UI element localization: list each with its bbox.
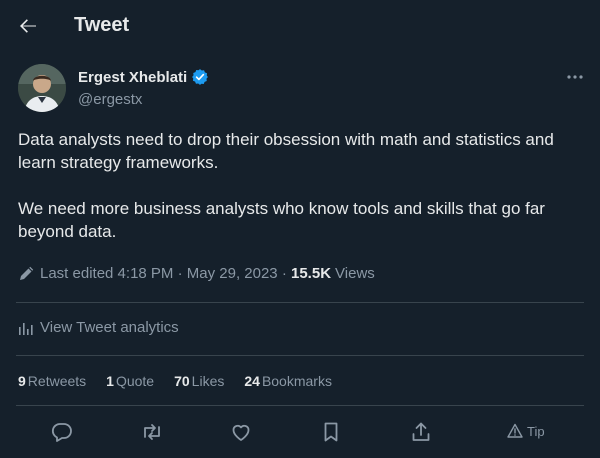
- tip-icon: [507, 423, 523, 439]
- analytics-label: View Tweet analytics: [40, 319, 179, 336]
- author-name[interactable]: Ergest Xheblati: [78, 69, 187, 86]
- views-label: Views: [335, 265, 375, 282]
- arrow-left-icon[interactable]: [16, 14, 40, 38]
- divider: [16, 405, 584, 406]
- stat-count: 9: [18, 373, 26, 389]
- likes-stat[interactable]: 70 Likes: [174, 373, 224, 389]
- heart-icon[interactable]: [229, 420, 253, 444]
- quotes-stat[interactable]: 1 Quote: [106, 373, 154, 389]
- bar-chart-icon: [18, 320, 34, 336]
- page-title: Tweet: [74, 14, 130, 36]
- bookmark-icon[interactable]: [319, 420, 343, 444]
- tip-label: Tip: [527, 423, 545, 439]
- top-bar: Tweet: [0, 0, 600, 53]
- stat-label: Quote: [115, 373, 155, 389]
- tweet-paragraph: Data analysts need to drop their obsessi…: [18, 130, 554, 172]
- avatar[interactable]: [18, 64, 66, 112]
- edited-timestamp[interactable]: Last edited 4:18 PM · May 29, 2023: [40, 265, 278, 282]
- views-count: 15.5K: [291, 265, 332, 282]
- stat-count: 24: [244, 373, 260, 389]
- view-analytics-link[interactable]: View Tweet analytics: [18, 319, 179, 336]
- tweet-text: Data analysts need to drop their obsessi…: [18, 128, 584, 243]
- author-row: Ergest Xheblati: [78, 68, 209, 86]
- pencil-icon: [18, 266, 34, 282]
- stat-label: Likes: [191, 373, 225, 389]
- verified-badge-icon: [191, 68, 209, 86]
- tip-button[interactable]: Tip: [507, 423, 545, 439]
- tweet-paragraph: We need more business analysts who know …: [18, 199, 545, 241]
- stat-label: Bookmarks: [261, 373, 332, 389]
- divider: [16, 355, 584, 356]
- ellipsis-icon[interactable]: [566, 70, 584, 84]
- share-icon[interactable]: [409, 420, 433, 444]
- retweets-stat[interactable]: 9 Retweets: [18, 373, 86, 389]
- reply-icon[interactable]: [50, 420, 74, 444]
- engagement-stats: 9 Retweets 1 Quote 70 Likes 24 Bookmarks: [18, 373, 352, 389]
- bookmarks-stat[interactable]: 24 Bookmarks: [244, 373, 332, 389]
- stat-count: 70: [174, 373, 190, 389]
- divider: [16, 302, 584, 303]
- stat-count: 1: [106, 373, 114, 389]
- meta-separator: ·: [277, 265, 291, 282]
- author-handle[interactable]: @ergestx: [78, 91, 142, 108]
- retweet-icon[interactable]: [140, 420, 164, 444]
- stat-label: Retweets: [27, 373, 87, 389]
- tweet-meta: Last edited 4:18 PM · May 29, 2023 · 15.…: [18, 265, 375, 282]
